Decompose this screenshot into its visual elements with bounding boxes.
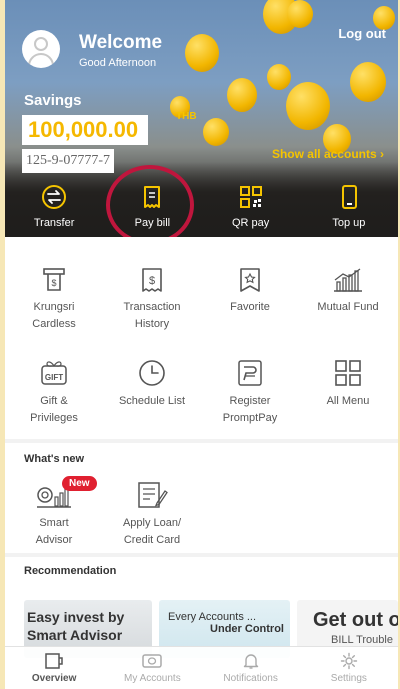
overview-icon: [45, 653, 63, 669]
card-headline: Every Accounts ...: [168, 611, 257, 623]
menu-item-label: Favorite: [230, 301, 270, 313]
account-hero: Welcome Good Afternoon Log out Savings 1…: [5, 0, 398, 237]
card-headline: Easy invest by: [27, 609, 125, 625]
quick-actions-bar: Transfer Pay bill QR pay Top up: [5, 180, 398, 237]
whats-new-item-label: Smart Advisor: [35, 517, 73, 546]
balloon-decoration: [287, 0, 313, 28]
card-subheadline: Under Control: [210, 623, 284, 635]
balloon-decoration: [286, 82, 330, 130]
account-balance: 100,000.00: [22, 115, 149, 145]
apply-form-icon: [138, 482, 168, 508]
whats-new-item-smart-advisor[interactable]: Smart Advisor: [5, 481, 103, 549]
account-type-label: Savings: [24, 92, 82, 109]
clock-icon: [139, 360, 165, 386]
account-number: 125-9-07777-7: [22, 149, 114, 173]
gift-icon: GIFT: [41, 361, 67, 385]
svg-text:$: $: [149, 275, 155, 287]
promptpay-icon: [238, 360, 262, 386]
gift-icon-text: GIFT: [45, 373, 63, 382]
tab-label: My Accounts: [124, 673, 181, 684]
menu-item-gift-privileges[interactable]: GIFT Gift & Privileges: [5, 359, 103, 427]
gear-icon: [340, 652, 358, 670]
tab-notifications[interactable]: Notifications: [202, 647, 300, 689]
tab-label: Settings: [330, 673, 367, 684]
bottom-tab-bar: Overview My Accounts Notifications Setti…: [5, 646, 398, 689]
balloon-decoration: [227, 78, 257, 112]
quick-action-qr-pay[interactable]: QR pay: [202, 180, 300, 237]
welcome-title: Welcome: [79, 32, 163, 53]
whats-new-section: What's new Smart Advisor Apply Loan/ Cre…: [5, 443, 398, 553]
receipt-icon: $: [142, 268, 162, 292]
menu-item-label: Krungsri Cardless: [32, 301, 76, 330]
atm-cardless-icon: $: [43, 268, 65, 291]
card-subheadline: Smart Advisor: [27, 627, 123, 643]
whats-new-title: What's new: [24, 453, 85, 465]
menu-item-transaction-history[interactable]: $ Transaction History: [103, 267, 201, 333]
menu-item-label: Transaction History: [123, 301, 181, 330]
logout-button[interactable]: Log out: [338, 26, 386, 41]
favorite-star-icon: [240, 268, 260, 292]
quick-action-label: Transfer: [33, 217, 75, 229]
menu-item-label: Gift & Privileges: [30, 395, 78, 424]
grid-icon: [335, 360, 361, 386]
tab-overview[interactable]: Overview: [5, 647, 103, 689]
tab-label: Overview: [31, 673, 77, 684]
menu-item-schedule-list[interactable]: Schedule List: [103, 359, 201, 410]
phone-icon: [341, 185, 357, 209]
whats-new-item-label: Apply Loan/ Credit Card: [122, 517, 182, 546]
menu-item-all-menu[interactable]: All Menu: [299, 359, 397, 410]
show-all-accounts-link[interactable]: Show all accounts ›: [272, 147, 384, 161]
menu-item-krungsri-cardless[interactable]: $ Krungsri Cardless: [5, 267, 103, 333]
bell-icon: [243, 654, 258, 669]
qr-code-icon: [239, 186, 262, 208]
quick-action-label: QR pay: [231, 217, 270, 229]
menu-item-favorite[interactable]: Favorite: [201, 267, 299, 316]
menu-item-label: All Menu: [326, 395, 370, 407]
svg-text:$: $: [51, 278, 56, 288]
balloon-decoration: [267, 64, 291, 90]
card-headline: Get out of: [313, 609, 398, 631]
chart-icon: [334, 268, 362, 292]
menu-item-mutual-fund[interactable]: Mutual Fund: [299, 267, 397, 316]
whats-new-item-apply-loan[interactable]: Apply Loan/ Credit Card: [103, 481, 201, 549]
balloon-decoration: [350, 62, 386, 102]
menu-item-label: Register PromptPay: [222, 395, 278, 424]
recommendation-title: Recommendation: [24, 565, 117, 577]
highlight-circle: [106, 165, 194, 237]
balloon-decoration: [185, 34, 219, 72]
card-subheadline: BILL Trouble: [331, 634, 393, 646]
menu-item-register-promptpay[interactable]: Register PromptPay: [201, 359, 299, 427]
menu-grid: $ Krungsri Cardless $ Transaction Histor…: [5, 237, 398, 439]
balloon-decoration: [203, 118, 229, 146]
quick-action-transfer[interactable]: Transfer: [5, 180, 103, 237]
quick-action-label: Top up: [332, 217, 366, 229]
chevron-right-icon: ›: [380, 147, 384, 161]
show-all-accounts-label: Show all accounts: [271, 147, 377, 161]
tab-my-accounts[interactable]: My Accounts: [103, 647, 201, 689]
greeting-text: Good Afternoon: [79, 57, 157, 69]
app-screen: Welcome Good Afternoon Log out Savings 1…: [5, 0, 398, 689]
currency-label: THB: [176, 111, 197, 122]
new-badge: New: [62, 476, 97, 491]
menu-item-label: Mutual Fund: [317, 301, 379, 313]
tab-settings[interactable]: Settings: [300, 647, 398, 689]
quick-action-top-up[interactable]: Top up: [300, 180, 398, 237]
transfer-icon: [42, 185, 67, 209]
menu-item-label: Schedule List: [118, 395, 186, 407]
wallet-icon: [142, 654, 163, 668]
avatar[interactable]: [22, 30, 60, 68]
tab-label: Notifications: [223, 673, 278, 684]
